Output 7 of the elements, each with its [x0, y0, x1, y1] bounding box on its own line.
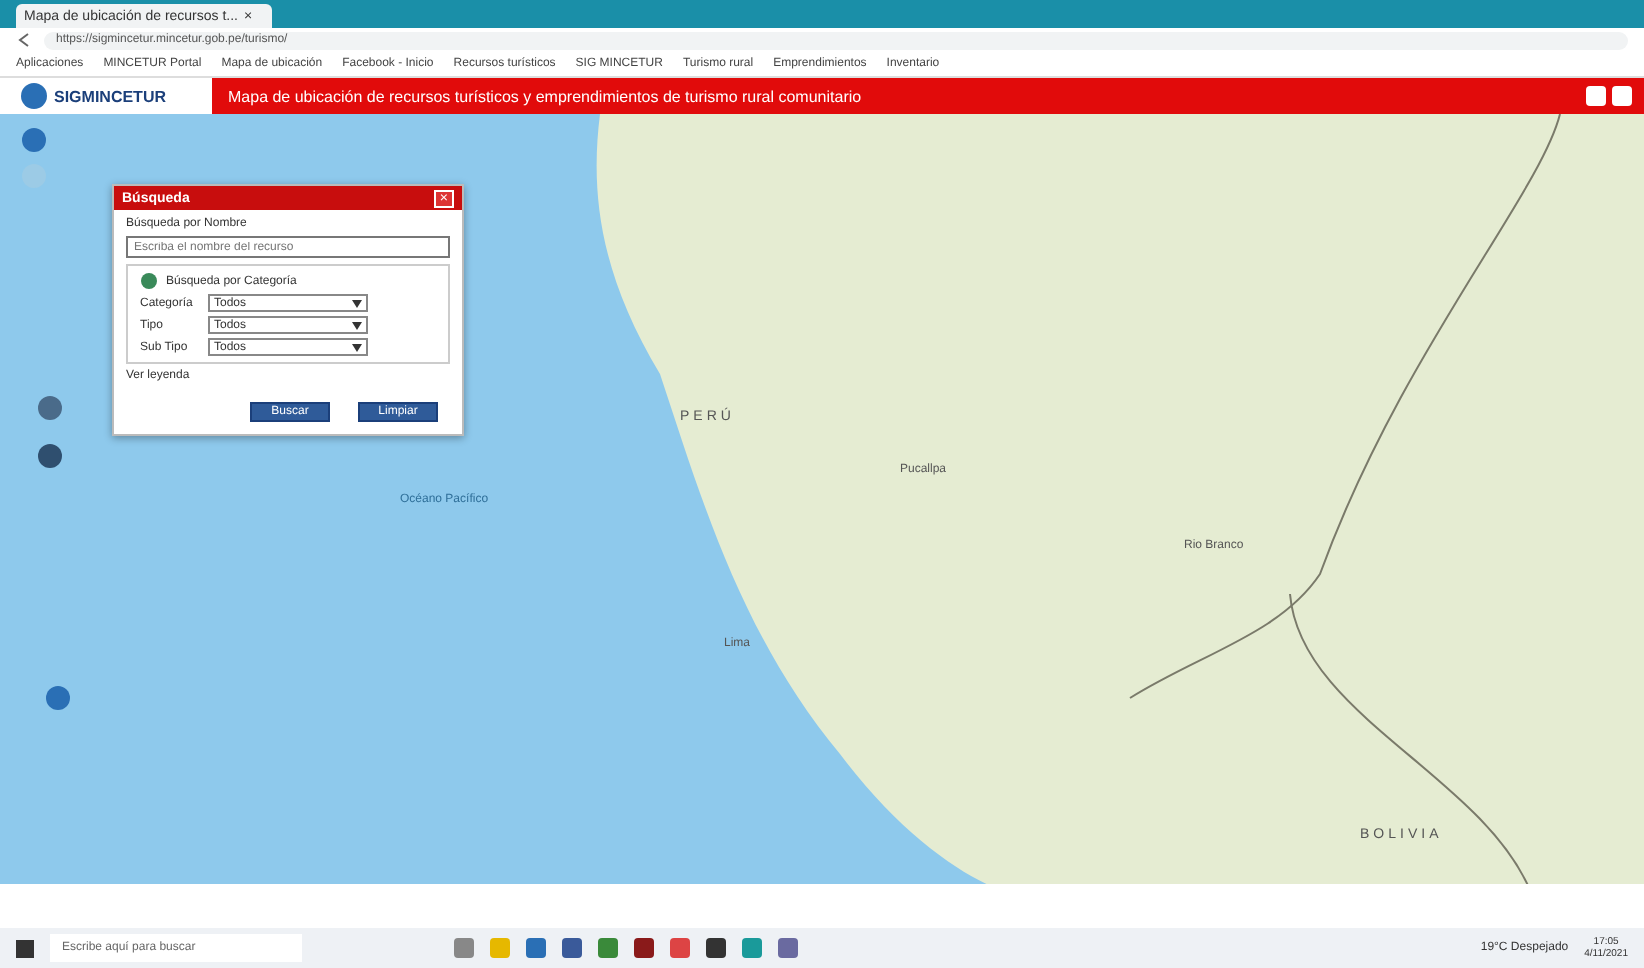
windows-icon[interactable]	[16, 939, 34, 957]
back-icon[interactable]	[16, 32, 32, 48]
logo-text: SIGMINCETUR	[54, 87, 166, 105]
caret-icon	[352, 321, 362, 329]
caret-icon	[352, 343, 362, 351]
caret-icon	[352, 299, 362, 307]
page-title: Mapa de ubicación de recursos turísticos y emprendimientos de turismo rural comunitario	[228, 87, 862, 105]
